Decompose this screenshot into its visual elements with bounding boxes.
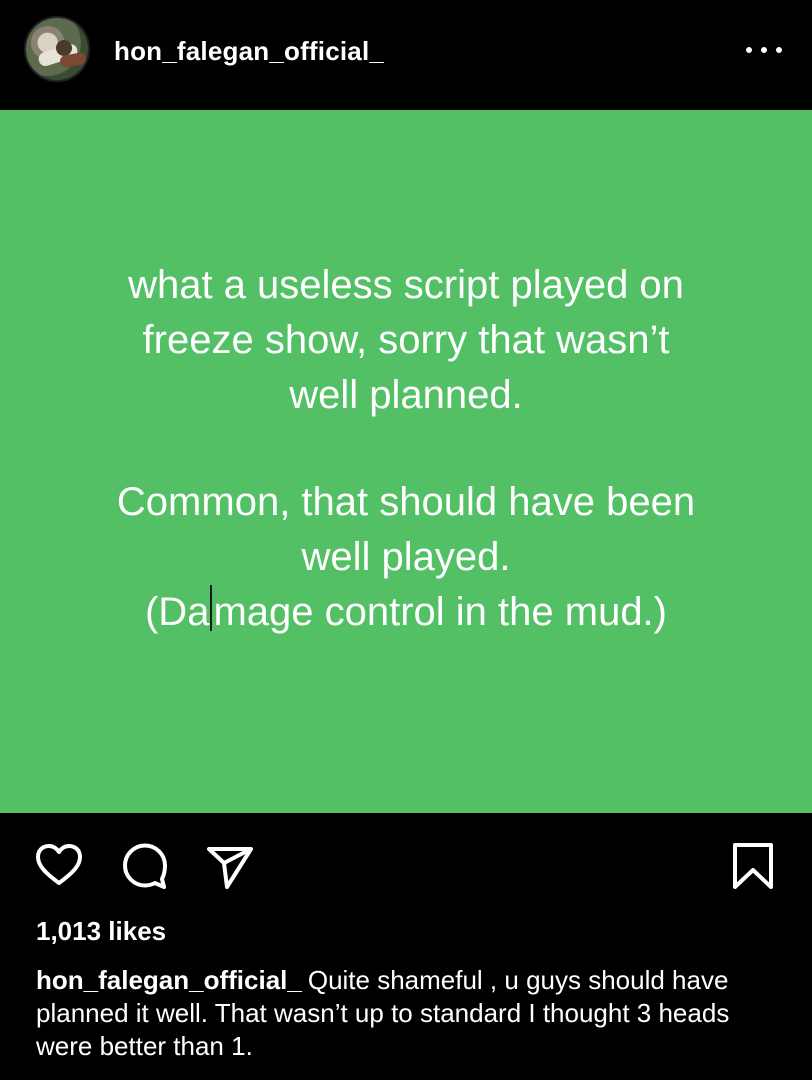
more-dot <box>761 47 767 53</box>
send-icon[interactable] <box>205 843 255 893</box>
post-text-line: (Da mage control in the mud.) <box>30 585 782 640</box>
post-text-line: well played. <box>301 535 511 579</box>
post-text: what a useless script played on freeze s… <box>30 258 782 640</box>
more-dot <box>746 47 752 53</box>
bookmark-icon[interactable] <box>728 841 778 891</box>
post-header: hon_falegan_official_ <box>0 0 812 110</box>
post-text-fragment: mage control in the mud.) <box>213 590 667 634</box>
more-options-icon[interactable] <box>746 40 782 60</box>
post-caption: hon_falegan_official_ Quite shameful , u … <box>36 964 776 1063</box>
heart-icon[interactable] <box>34 841 84 891</box>
caption-username[interactable]: hon_falegan_official_ <box>36 965 302 995</box>
post-text-line: well planned. <box>289 373 523 417</box>
post-text-fragment: (Da <box>144 590 210 634</box>
post-text-line: freeze show, sorry that wasn’t <box>142 318 670 362</box>
comment-icon[interactable] <box>120 841 170 891</box>
profile-avatar[interactable] <box>24 16 90 82</box>
post-text-line: what a useless script played on <box>128 263 684 307</box>
post-image[interactable]: what a useless script played on freeze s… <box>0 110 812 813</box>
post-text-line: Common, that should have been <box>116 480 696 524</box>
post-username[interactable]: hon_falegan_official_ <box>114 36 384 67</box>
more-dot <box>776 47 782 53</box>
action-bar <box>0 813 812 913</box>
likes-count[interactable]: 1,013 likes <box>36 916 166 947</box>
